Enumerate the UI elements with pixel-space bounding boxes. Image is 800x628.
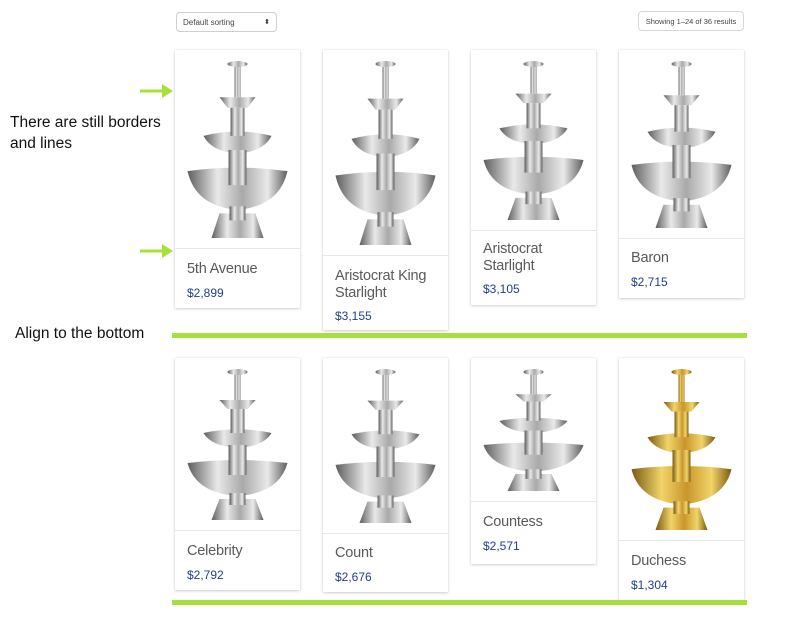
arrow-right-icon bbox=[140, 244, 173, 258]
fountain-icon bbox=[483, 369, 584, 491]
product-image[interactable] bbox=[323, 358, 448, 533]
card-divider bbox=[323, 255, 448, 256]
product-card[interactable]: Duchess $1,304 bbox=[619, 358, 744, 600]
product-card[interactable]: Celebrity $2,792 bbox=[175, 358, 300, 590]
select-arrows-icon: ⬍ bbox=[264, 18, 270, 26]
product-price: $2,715 bbox=[631, 275, 668, 289]
fountain-icon bbox=[483, 61, 584, 220]
product-name[interactable]: Aristocrat Starlight bbox=[483, 241, 588, 275]
annotation-align-note: Align to the bottom bbox=[15, 325, 145, 342]
card-divider bbox=[471, 230, 596, 231]
product-name[interactable]: Duchess bbox=[631, 553, 736, 570]
product-price: $2,676 bbox=[335, 570, 372, 584]
product-name[interactable]: 5th Avenue bbox=[187, 261, 292, 278]
product-price: $2,571 bbox=[483, 539, 520, 553]
sort-select-label: Default sorting bbox=[183, 17, 235, 27]
card-divider bbox=[323, 533, 448, 534]
product-image[interactable] bbox=[619, 358, 744, 540]
product-card[interactable]: Countess $2,571 bbox=[471, 358, 596, 564]
product-price: $3,155 bbox=[335, 309, 372, 323]
product-card[interactable]: 5th Avenue $2,899 bbox=[175, 50, 300, 308]
fountain-icon bbox=[631, 61, 732, 228]
product-image[interactable] bbox=[471, 50, 596, 230]
product-card[interactable]: Aristocrat Starlight $3,105 bbox=[471, 50, 596, 305]
product-card[interactable]: Baron $2,715 bbox=[619, 50, 744, 298]
card-divider bbox=[175, 530, 300, 531]
fountain-icon bbox=[335, 369, 436, 523]
product-name[interactable]: Baron bbox=[631, 250, 736, 267]
product-card[interactable]: Count $2,676 bbox=[323, 358, 448, 592]
result-count: Showing 1–24 of 36 results bbox=[638, 11, 744, 31]
annotation-line bbox=[172, 333, 747, 338]
product-image[interactable] bbox=[619, 50, 744, 238]
card-divider bbox=[471, 501, 596, 502]
fountain-icon bbox=[335, 61, 436, 245]
card-divider bbox=[619, 238, 744, 239]
sort-select[interactable]: Default sorting ⬍ bbox=[176, 12, 277, 32]
product-image[interactable] bbox=[323, 50, 448, 255]
product-price: $2,792 bbox=[187, 568, 224, 582]
annotation-line bbox=[172, 600, 747, 605]
product-card[interactable]: Aristocrat King Starlight $3,155 bbox=[323, 50, 448, 330]
card-divider bbox=[619, 540, 744, 541]
product-name[interactable]: Aristocrat King Starlight bbox=[335, 268, 440, 302]
product-name[interactable]: Count bbox=[335, 545, 440, 562]
product-name[interactable]: Countess bbox=[483, 514, 588, 531]
arrow-right-icon bbox=[140, 84, 173, 98]
product-image[interactable] bbox=[175, 358, 300, 530]
fountain-icon bbox=[631, 369, 732, 530]
fountain-icon bbox=[187, 61, 288, 238]
fountain-icon bbox=[187, 369, 288, 520]
product-name[interactable]: Celebrity bbox=[187, 543, 292, 560]
product-image[interactable] bbox=[471, 358, 596, 501]
product-price: $2,899 bbox=[187, 286, 224, 300]
product-image[interactable] bbox=[175, 50, 300, 248]
card-divider bbox=[175, 248, 300, 249]
product-price: $1,304 bbox=[631, 578, 668, 592]
product-price: $3,105 bbox=[483, 282, 520, 296]
annotation-borders-note: There are still borders and lines bbox=[10, 114, 161, 152]
